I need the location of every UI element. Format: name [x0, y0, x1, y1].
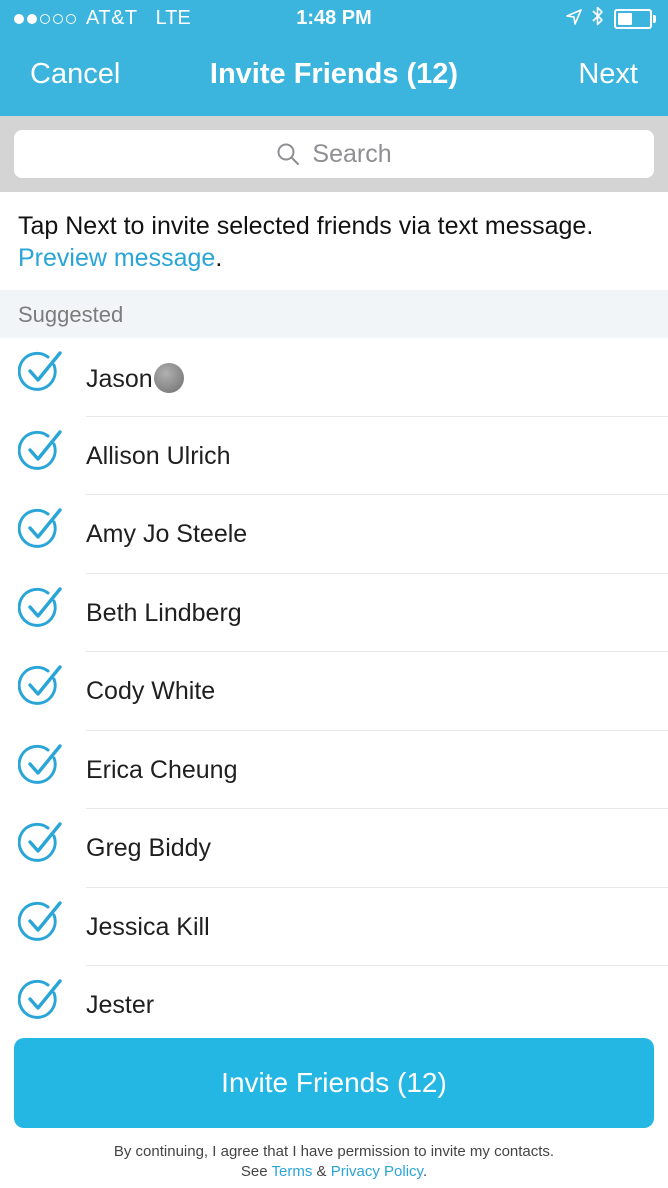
search-bar: Search [0, 116, 668, 192]
bluetooth-icon [592, 6, 604, 32]
contact-row[interactable]: Allison Ulrich [0, 417, 668, 495]
checkmark-icon[interactable] [18, 664, 64, 710]
navigation-bar: Cancel Invite Friends (12) Next [0, 38, 668, 116]
section-label: Suggested [18, 302, 124, 327]
location-arrow-icon [566, 8, 582, 31]
checkmark-icon[interactable] [18, 350, 64, 396]
checkmark-icon[interactable] [18, 978, 64, 1024]
contact-row[interactable]: Erica Cheung [0, 731, 668, 809]
contact-name: Beth Lindberg [86, 598, 242, 627]
contact-name: Jason [86, 365, 153, 393]
preview-message-link[interactable]: Preview message [18, 244, 215, 272]
contact-list: Jason Allison Ulrich Amy Jo Steele Beth … [0, 338, 668, 1045]
top-bar: AT&T LTE 1:48 PM Cancel Invite Friends (… [0, 0, 668, 116]
search-input[interactable]: Search [14, 130, 654, 178]
footer-period: . [422, 1163, 428, 1180]
checkmark-icon[interactable] [18, 586, 64, 632]
section-header-suggested: Suggested [0, 290, 668, 338]
invite-friends-button[interactable]: Invite Friends (12) [14, 1038, 654, 1128]
status-bar: AT&T LTE 1:48 PM [0, 0, 668, 38]
contact-name: Erica Cheung [86, 755, 238, 784]
contact-name: Cody White [86, 677, 216, 705]
heart-eyes-emoji-icon [153, 363, 184, 393]
contact-row[interactable]: Greg Biddy [0, 809, 668, 888]
footer-amp: & [316, 1163, 327, 1180]
terms-link[interactable]: Terms [271, 1163, 312, 1180]
contact-row[interactable]: Jason [0, 338, 668, 417]
footer-see: See [240, 1163, 268, 1180]
contact-name: Allison Ulrich [86, 441, 231, 470]
checkmark-icon[interactable] [18, 900, 64, 946]
checkmark-icon[interactable] [18, 507, 64, 553]
contact-name: Jessica Kill [86, 912, 210, 941]
checkmark-icon[interactable] [18, 429, 64, 475]
search-placeholder: Search [312, 139, 392, 168]
contact-row[interactable]: Amy Jo Steele [0, 495, 668, 574]
battery-icon [614, 9, 656, 29]
instructions-text: Tap Next to invite selected friends via … [18, 212, 594, 240]
contact-row[interactable]: Beth Lindberg [0, 574, 668, 652]
checkmark-icon[interactable] [18, 821, 64, 867]
contact-row[interactable]: Cody White [0, 652, 668, 731]
checkmark-icon[interactable] [18, 743, 64, 789]
privacy-policy-link[interactable]: Privacy Policy [331, 1163, 423, 1180]
contact-name: Greg Biddy [86, 834, 212, 862]
search-icon [277, 143, 300, 165]
permission-text: By continuing, I agree that I have permi… [113, 1143, 555, 1160]
next-button[interactable]: Next [578, 58, 638, 91]
instructions-period: . [215, 244, 223, 272]
contact-name: Jester [86, 991, 155, 1019]
page-title: Invite Friends (12) [209, 58, 459, 90]
contact-row[interactable]: Jessica Kill [0, 888, 668, 966]
contact-row[interactable]: Jester [0, 966, 668, 1045]
contact-name: Amy Jo Steele [86, 520, 248, 548]
invite-instructions: Tap Next to invite selected friends via … [18, 210, 658, 274]
legal-footer: By continuing, I agree that I have permi… [0, 1142, 668, 1182]
